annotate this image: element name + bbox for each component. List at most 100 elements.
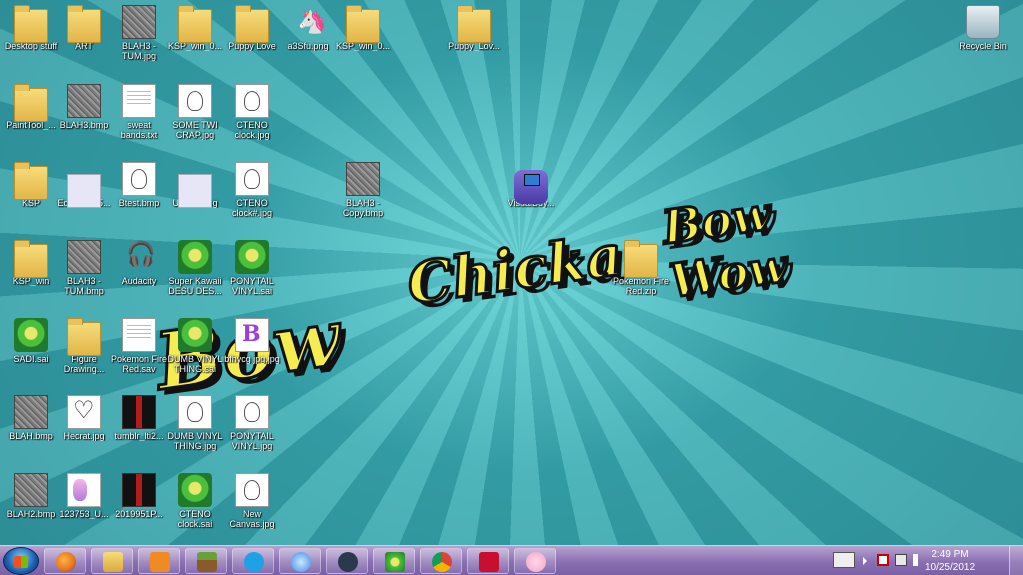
clock-date[interactable]: 10/25/2012 xyxy=(915,562,985,573)
desktop-icon-label: CTENO clock#.jpg xyxy=(231,198,273,218)
desktop-icon-cteno-clock-sai[interactable]: CTENO clock.sai xyxy=(164,473,226,529)
paint-tool-sai-file-icon xyxy=(178,240,212,274)
itunes-icon xyxy=(291,552,311,572)
desktop-icon-ponytail-vinyl-sai[interactable]: PONYTAIL VINYL.sai xyxy=(221,240,283,296)
desktop-icon-label: BLAH3 - TUM.jpg xyxy=(121,41,156,61)
desktop-icon-puppy-love[interactable]: Puppy Love xyxy=(221,5,283,51)
desktop-icon-a3sfu-png[interactable]: a3Sfu.png xyxy=(277,5,339,51)
media-player-icon xyxy=(150,552,170,572)
desktop-icon-recycle-bin[interactable]: Recycle Bin xyxy=(952,5,1014,51)
taskbar-paint-tool-sai[interactable] xyxy=(373,548,415,574)
desktop-icon-cteno-clock-hash[interactable]: CTENO clock#.jpg xyxy=(221,162,283,218)
taskbar-anime-app[interactable] xyxy=(514,548,556,574)
desktop-icon-blah3-bmp[interactable]: BLAH3.bmp xyxy=(53,84,115,130)
folder-icon xyxy=(67,5,101,43)
image-thumbnail-icon xyxy=(67,174,101,208)
desktop-icon-blah3-tum-jpg[interactable]: BLAH3 - TUM.jpg xyxy=(108,5,170,61)
sketch-image-icon xyxy=(235,162,269,196)
desktop-icon-label: CTENO clock.sai xyxy=(177,509,213,529)
paint-tool-sai-file-icon xyxy=(178,473,212,507)
desktop-icon-label: Audacity xyxy=(121,276,157,286)
desktop-icon-label: PONYTAIL VINYL.sai xyxy=(230,276,274,296)
sketch-image-icon xyxy=(178,395,212,429)
minecraft-icon xyxy=(197,552,217,572)
desktop-icon-some-twi-crap[interactable]: SOME TWI CRAP.jpg xyxy=(164,84,226,140)
taskbar-steam[interactable] xyxy=(326,548,368,574)
folder-icon xyxy=(14,240,48,278)
desktop-icon-audacity[interactable]: Audacity xyxy=(108,240,170,286)
desktop-icon-super-kawaii[interactable]: Super Kawaii DESU DES... xyxy=(164,240,226,296)
desktop-icon-bfhycg[interactable]: bfhycg jpg.jpg xyxy=(221,318,283,364)
action-center-flag-icon[interactable] xyxy=(877,554,889,566)
desktop-icon-figure-drawing[interactable]: Figure Drawing... xyxy=(53,318,115,374)
desktop-icon-label: Btest.bmp xyxy=(118,198,160,208)
recycle-bin-icon xyxy=(966,5,1000,39)
image-thumbnail-icon xyxy=(67,473,101,507)
explorer-icon xyxy=(103,552,123,572)
taskbar-media-player[interactable] xyxy=(138,548,180,574)
desktop-icon-hecrat[interactable]: Hecrat.jpg xyxy=(53,395,115,441)
pen-input-icon[interactable] xyxy=(833,552,855,568)
desktop-icon-label: PONYTAIL VINYL.jpg xyxy=(230,431,274,451)
sketch-image-icon xyxy=(235,84,269,118)
skype-icon xyxy=(244,552,264,572)
image-thumbnail-icon xyxy=(178,174,212,208)
desktop-icon-label: CTENO clock.jpg xyxy=(234,120,270,140)
taskbar-firefox[interactable] xyxy=(44,548,86,574)
image-thumbnail-icon xyxy=(346,162,380,196)
image-thumbnail-icon xyxy=(122,473,156,507)
taskbar-minecraft[interactable] xyxy=(185,548,227,574)
tray-expand-icon[interactable] xyxy=(863,557,867,565)
desktop-icon-label: Figure Drawing... xyxy=(63,354,105,374)
taskbar-acrobat[interactable] xyxy=(467,548,509,574)
desktop-icon-visualboy[interactable]: VisualBoy... xyxy=(500,162,562,208)
desktop-icon-btest-bmp[interactable]: Btest.bmp xyxy=(108,162,170,208)
audacity-icon xyxy=(122,240,156,274)
desktop-icon-pokemon-fire-red-zip[interactable]: Pokemon Fire Red.zip xyxy=(610,240,672,296)
blank-file-icon xyxy=(122,318,156,352)
desktop-icon-pokemon-fire-red-sav[interactable]: Pokemon Fire Red.sav xyxy=(108,318,170,374)
desktop-icon-art[interactable]: ART xyxy=(53,5,115,51)
heart-image-icon xyxy=(67,395,101,429)
desktop-icon-label: New Canvas.jpg xyxy=(229,509,275,529)
desktop-icon-echo[interactable]: Echo13495... xyxy=(53,162,115,208)
desktop-icon-label: Super Kawaii DESU DES... xyxy=(168,276,222,296)
show-desktop-button[interactable] xyxy=(1009,546,1023,575)
desktop-icon-ksp-win-2[interactable]: KSP_win_0... xyxy=(332,5,394,51)
desktop-icon-label: Pokemon Fire Red.zip xyxy=(612,276,670,296)
taskbar-explorer[interactable] xyxy=(91,548,133,574)
firefox-icon xyxy=(56,552,76,572)
desktop-icon-tumblr[interactable]: tumblr_lti2... xyxy=(108,395,170,441)
paint-tool-sai-file-icon xyxy=(235,240,269,274)
desktop-icon-ponytail-vinyl-jpg[interactable]: PONYTAIL VINYL.jpg xyxy=(221,395,283,451)
desktop-icon-label: tumblr_lti2... xyxy=(114,431,164,441)
desktop-icon-sweat-bands-txt[interactable]: sweat bands.txt xyxy=(108,84,170,140)
taskbar-skype[interactable] xyxy=(232,548,274,574)
desktop-icon-label: Hecrat.jpg xyxy=(63,431,105,441)
desktop-icon-label: 123753_U... xyxy=(59,509,109,519)
taskbar-chrome[interactable] xyxy=(420,548,462,574)
desktop-icon-cteno-clock-jpg[interactable]: CTENO clock.jpg xyxy=(221,84,283,140)
clock-time[interactable]: 2:49 PM xyxy=(915,549,985,560)
desktop[interactable]: Bow Chicka Bow Wow Desktop stuff ART BLA… xyxy=(0,0,1023,545)
start-button[interactable] xyxy=(3,547,39,575)
paint-tool-sai-file-icon xyxy=(178,318,212,352)
desktop-icon-label: DUMB VINYL THING.jpg xyxy=(167,431,223,451)
desktop-icon-blah3-tum-bmp[interactable]: BLAH3 - TUM.bmp xyxy=(53,240,115,296)
chrome-icon xyxy=(432,552,452,572)
desktop-icon-2019951p[interactable]: 2019951P... xyxy=(108,473,170,519)
folder-icon xyxy=(14,5,48,43)
desktop-icon-ksp-win-1[interactable]: KSP_win_0... xyxy=(164,5,226,51)
desktop-icon-dumb-vinyl-jpg[interactable]: DUMB VINYL THING.jpg xyxy=(164,395,226,451)
network-icon[interactable] xyxy=(895,554,907,566)
desktop-icon-new-canvas[interactable]: New Canvas.jpg xyxy=(221,473,283,529)
desktop-icon-blah3-copy[interactable]: BLAH3 - Copy.bmp xyxy=(332,162,394,218)
desktop-icon-puppy-lov[interactable]: Puppy_Lov... xyxy=(443,5,505,51)
desktop-icon-dumb-vinyl-sai[interactable]: DUMB VINYL THING.sai xyxy=(164,318,226,374)
taskbar-itunes[interactable] xyxy=(279,548,321,574)
desktop-icon-123753[interactable]: 123753_U... xyxy=(53,473,115,519)
desktop-icon-label: BLAH3 - TUM.bmp xyxy=(64,276,104,296)
desktop-icon-label: a3Sfu.png xyxy=(287,41,329,51)
image-thumbnail-icon xyxy=(67,84,101,118)
desktop-icon-untitled-jpg[interactable]: Untitled.jpg xyxy=(164,162,226,208)
